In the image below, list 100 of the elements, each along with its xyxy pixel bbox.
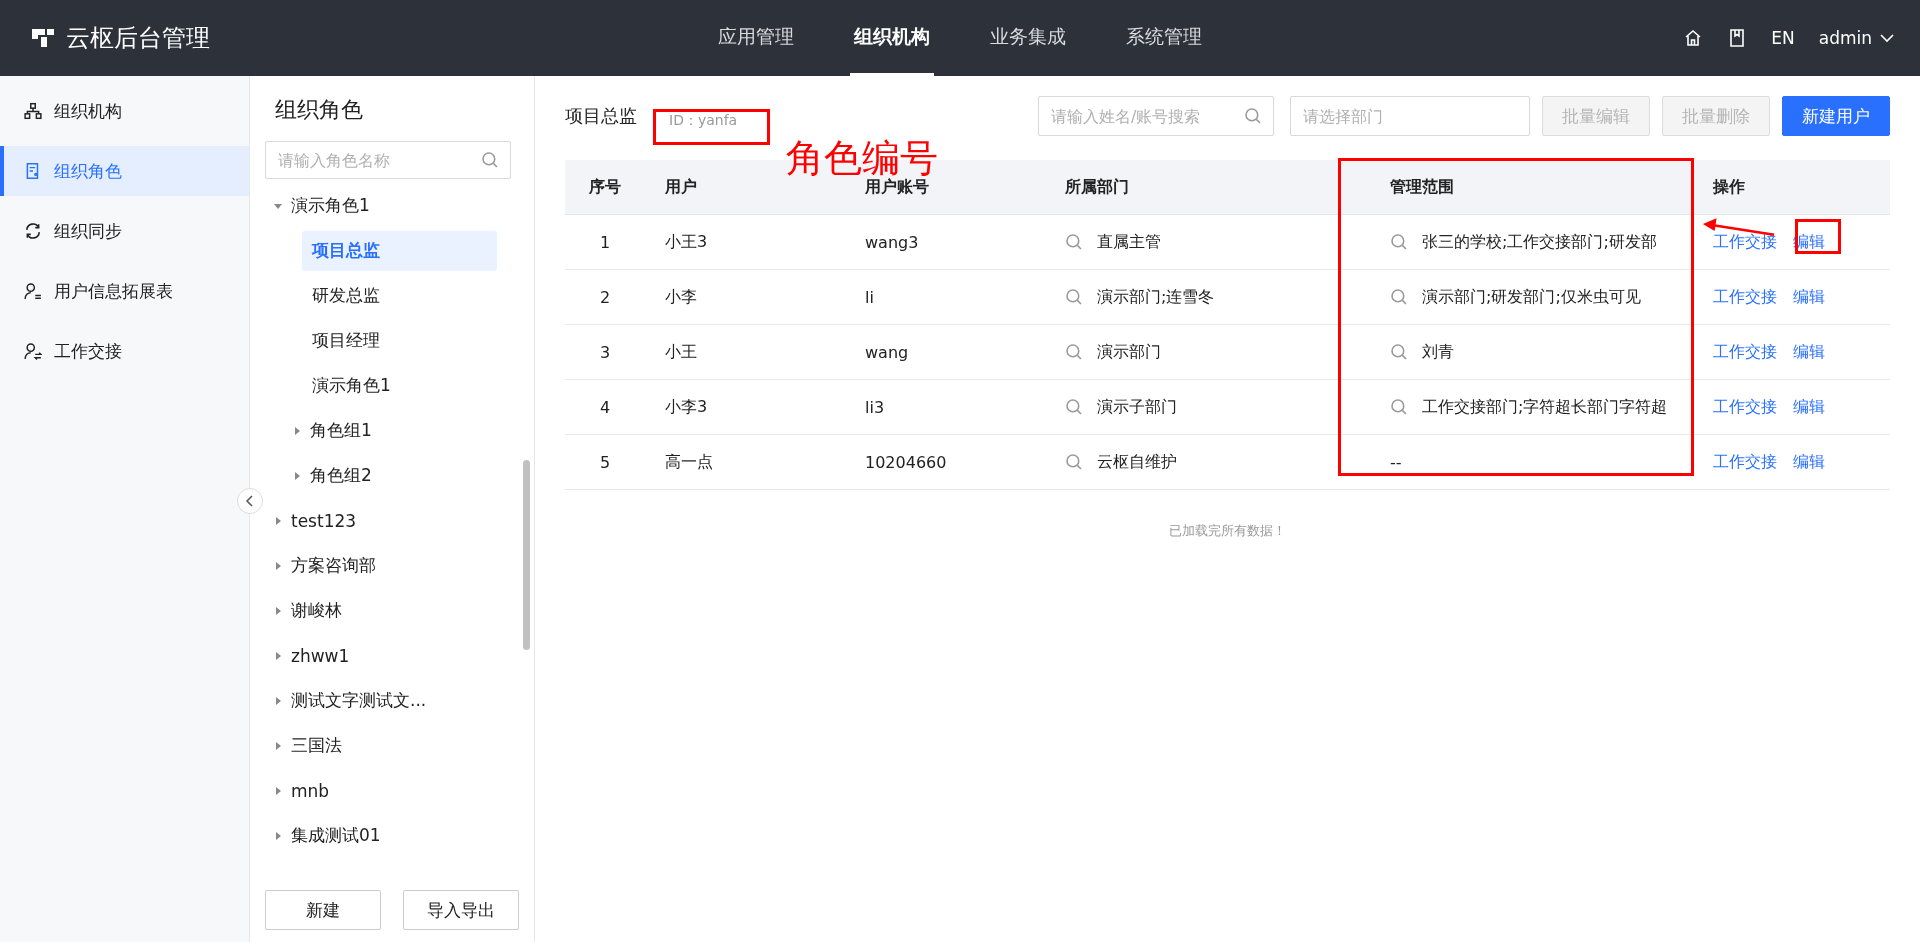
table-link[interactable]: 编辑 xyxy=(1793,396,1825,418)
caret-right-icon[interactable] xyxy=(292,470,302,481)
caret-right-icon[interactable] xyxy=(273,560,283,571)
table-link[interactable]: 工作交接 xyxy=(1713,396,1777,418)
caret-right-icon[interactable] xyxy=(273,605,283,616)
table-link[interactable]: 工作交接 xyxy=(1713,451,1777,473)
panel-button[interactable]: 新建 xyxy=(265,890,381,930)
search-icon xyxy=(1390,233,1408,251)
table-cell: 1 xyxy=(599,232,611,252)
caret-right-icon[interactable] xyxy=(273,515,283,526)
sidebar-item[interactable]: 组织角色 xyxy=(0,146,249,196)
sync-icon xyxy=(24,222,42,240)
language-label[interactable]: EN xyxy=(1771,28,1795,48)
app-title: 云枢后台管理 xyxy=(66,23,210,54)
search-icon xyxy=(1065,233,1083,251)
search-icon xyxy=(1065,453,1083,471)
table-cell: 小李 xyxy=(665,286,697,308)
table-cell: 工作交接部门;字符超长部门字符超 xyxy=(1422,396,1668,418)
table-cell: li xyxy=(865,287,874,307)
tree-item[interactable]: 集成测试01 xyxy=(283,815,401,856)
table-cell: 4 xyxy=(599,397,611,417)
column-header: 用户账号 xyxy=(864,176,929,198)
table-link[interactable]: 编辑 xyxy=(1793,451,1825,473)
tree-item[interactable]: 项目总监 xyxy=(302,230,497,271)
tree-item[interactable]: 角色组1 xyxy=(302,410,392,451)
tree-item[interactable]: 研发总监 xyxy=(302,275,400,316)
search-icon xyxy=(1390,288,1408,306)
table-cell: 5 xyxy=(599,452,611,472)
column-header: 用户 xyxy=(664,176,698,198)
caret-right-icon[interactable] xyxy=(273,785,283,796)
caret-right-icon[interactable] xyxy=(273,740,283,751)
search-icon xyxy=(1065,343,1083,361)
table-cell: 小王3 xyxy=(665,231,708,253)
search-icon xyxy=(1244,107,1262,125)
column-header: 管理范围 xyxy=(1389,176,1455,198)
tree-item[interactable]: 谢峻林 xyxy=(283,590,362,631)
tree-item[interactable]: zhww1 xyxy=(283,635,370,676)
tree-item[interactable]: 方案咨询部 xyxy=(283,545,396,586)
sidebar-item[interactable]: 组织机构 xyxy=(0,86,249,136)
nav-tab[interactable]: 系统管理 xyxy=(1122,0,1206,76)
chevron-down-icon[interactable] xyxy=(1880,33,1894,43)
tree-item[interactable]: 项目经理 xyxy=(302,320,400,361)
role-title: 项目总监 xyxy=(565,104,637,128)
table-cell: 张三的学校;工作交接部门;研发部 xyxy=(1422,231,1657,253)
table-cell: 演示部门 xyxy=(1097,341,1161,363)
scrollbar-thumb[interactable] xyxy=(523,460,530,650)
table-link[interactable]: 工作交接 xyxy=(1713,286,1777,308)
tree-item[interactable]: 三国法 xyxy=(283,725,362,766)
table-cell: 高一点 xyxy=(665,451,713,473)
user-menu[interactable]: admin xyxy=(1818,28,1872,48)
table-cell: 演示部门;连雪冬 xyxy=(1097,286,1215,308)
search-icon xyxy=(1065,398,1083,416)
hierarchy-icon xyxy=(24,102,42,120)
search-icon xyxy=(481,151,499,169)
search-icon xyxy=(1390,343,1408,361)
load-complete-note: 已加载完所有数据！ xyxy=(1168,522,1287,540)
table-link[interactable]: 编辑 xyxy=(1793,286,1825,308)
table-cell: li3 xyxy=(865,397,885,417)
table-cell: 演示部门;研发部门;仅米虫可见 xyxy=(1422,286,1641,308)
tree-item[interactable]: 演示角色1 xyxy=(302,365,411,406)
caret-right-icon[interactable] xyxy=(273,650,283,661)
search-icon xyxy=(1390,398,1408,416)
sidebar-item[interactable]: 工作交接 xyxy=(0,326,249,376)
role-id: ID：yanfa xyxy=(669,111,738,130)
table-link[interactable]: 编辑 xyxy=(1793,341,1825,363)
nav-tab[interactable]: 业务集成 xyxy=(986,0,1070,76)
search-icon xyxy=(1065,288,1083,306)
table-cell: 小李3 xyxy=(665,396,708,418)
tree-item[interactable]: test123 xyxy=(283,500,377,541)
search-field[interactable]: 请输入角色名称 xyxy=(265,141,511,179)
table-cell: 2 xyxy=(599,287,611,307)
column-header: 所属部门 xyxy=(1064,176,1130,198)
caret-right-icon[interactable] xyxy=(273,830,283,841)
table-cell: 云枢自维护 xyxy=(1097,451,1177,473)
sidebar-item[interactable]: 组织同步 xyxy=(0,206,249,256)
table-link[interactable]: 工作交接 xyxy=(1713,341,1777,363)
tree-item[interactable]: mnb xyxy=(283,770,350,811)
tree-item[interactable]: 角色组2 xyxy=(302,455,392,496)
table-cell: wang3 xyxy=(865,232,919,252)
panel-button[interactable]: 导入导出 xyxy=(403,890,519,930)
table-cell: 小王 xyxy=(665,341,697,363)
tree-item[interactable]: 演示角色1 xyxy=(283,185,390,226)
sidebar-item[interactable]: 用户信息拓展表 xyxy=(0,266,249,316)
nav-tab[interactable]: 组织机构 xyxy=(850,0,934,76)
nav-tab[interactable]: 应用管理 xyxy=(714,0,798,76)
column-header: 序号 xyxy=(588,176,622,198)
table-cell: 10204660 xyxy=(865,452,947,472)
table-cell: 演示子部门 xyxy=(1097,396,1177,418)
tree-item[interactable]: 测试文字测试文... xyxy=(283,680,447,721)
department-select[interactable]: 请选择部门 xyxy=(1290,96,1530,136)
table-cell: 刘青 xyxy=(1422,341,1454,363)
user-swap-icon xyxy=(24,342,42,360)
table-cell: 直属主管 xyxy=(1097,231,1161,253)
user-list-icon xyxy=(24,282,42,300)
caret-right-icon[interactable] xyxy=(273,695,283,706)
search-field[interactable]: 请输入姓名/账号搜索 xyxy=(1038,96,1274,136)
action-button[interactable]: 新建用户 xyxy=(1782,96,1890,136)
caret-right-icon[interactable] xyxy=(292,425,302,436)
column-header: 操作 xyxy=(1711,176,1746,198)
table-link[interactable]: 工作交接 xyxy=(1713,231,1777,253)
